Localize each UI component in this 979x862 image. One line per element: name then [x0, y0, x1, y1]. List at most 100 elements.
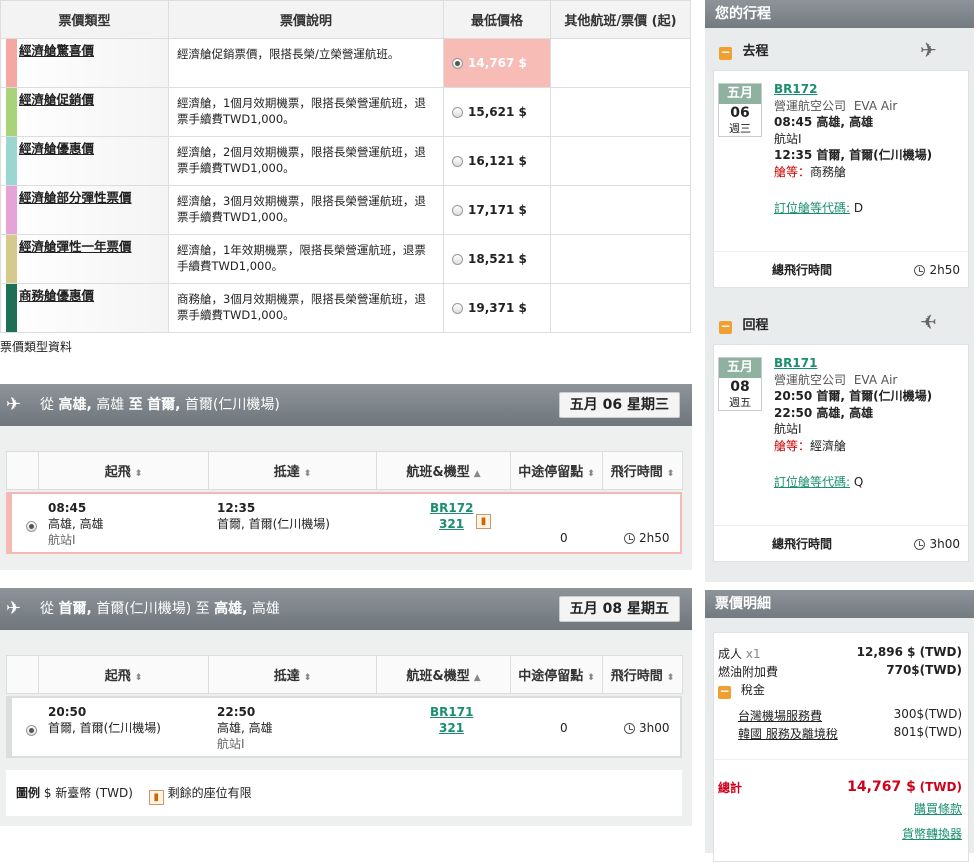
clock-icon — [624, 533, 635, 544]
clock-icon — [914, 265, 926, 276]
fare-price-cell[interactable]: 14,767 $ — [443, 38, 551, 88]
sort-arrival[interactable]: 抵達 ⬍ — [208, 451, 377, 490]
route-dest-airport: 首爾(仁川機場) — [184, 397, 280, 413]
outbound-date[interactable]: 五月 06 星期三 — [558, 392, 680, 418]
fare-price-cell[interactable]: 16,121 $ — [443, 136, 551, 186]
fare-name-link[interactable]: 經濟艙彈性一年票價 — [19, 239, 132, 254]
return-label: − 回程 — [719, 318, 769, 334]
tax-kr-link[interactable]: 韓國 服務及離境稅 — [738, 725, 838, 742]
currency-converter-link[interactable]: 貨幣轉換器 — [902, 825, 962, 842]
col-fare-type: 票價類型 — [0, 0, 169, 39]
flight-number-link[interactable]: BR172 — [774, 82, 817, 96]
collapse-icon[interactable]: − — [719, 320, 732, 334]
sort-flight[interactable]: 航班&機型 ▲ — [376, 655, 511, 694]
total-flight-time-label: 總飛行時間 — [772, 263, 833, 277]
total-flight-time-label: 總飛行時間 — [772, 537, 833, 551]
outbound-flight-radio[interactable] — [26, 521, 37, 532]
fare-radio[interactable] — [452, 156, 463, 167]
route-dest-airport: 高雄 — [251, 601, 280, 617]
fare-row[interactable]: 商務艙優惠價 商務艙，3個月效期機票，限搭長榮營運航班，退票手續費TWD1,000… — [0, 283, 691, 333]
limited-seats-icon: ▮ — [148, 790, 164, 805]
inbound-flight-radio[interactable] — [26, 725, 37, 736]
itinerary-arr: 12:35 首爾, 首爾(仁川機場) — [774, 148, 933, 162]
fare-price: 14,767 $ — [468, 56, 527, 70]
booking-class-link[interactable]: 訂位艙等代碼: — [774, 201, 850, 215]
inbound-header: ✈ 從 首爾, 首爾(仁川機場) 至 高雄, 高雄 五月 08 星期五 — [0, 588, 692, 630]
fare-price: 15,621 $ — [468, 105, 527, 119]
fare-radio[interactable] — [452, 254, 463, 265]
flight-number-link[interactable]: BR172 — [430, 500, 473, 516]
sort-duration[interactable]: 飛行時間 ⬍ — [602, 655, 683, 694]
fare-name-link[interactable]: 經濟艙驚喜價 — [19, 43, 94, 58]
fare-name-link[interactable]: 經濟艙部分彈性票價 — [19, 190, 132, 205]
fare-radio[interactable] — [452, 303, 463, 314]
inbound-flight-table-header: 起飛 ⬍ 抵達 ⬍ 航班&機型 ▲ 中途停留點 ⬍ 飛行時間 ⬍ — [6, 655, 683, 694]
sort-departure[interactable]: 起飛 ⬍ — [38, 655, 209, 694]
other-flights-cell — [550, 87, 691, 137]
price-detail-title: 票價明細 — [705, 590, 974, 618]
fare-row[interactable]: 經濟艙促銷價 經濟艙，1個月效期機票，限搭長榮營運航班，退票手續費TWD1,000… — [0, 87, 691, 137]
collapse-icon[interactable]: − — [719, 46, 732, 60]
fare-row[interactable]: 經濟艙彈性一年票價 經濟艙，1年效期機票，限搭長榮營運航班，退票手續費TWD1,0… — [0, 234, 691, 284]
fare-price-cell[interactable]: 15,621 $ — [443, 87, 551, 137]
legend-seats: 剩餘的座位有限 — [167, 786, 252, 800]
cabin-label: 艙等： — [774, 438, 811, 453]
fuel-price: 770$(TWD) — [886, 663, 962, 677]
clock-icon — [624, 723, 635, 734]
sort-arrival[interactable]: 抵達 ⬍ — [208, 655, 377, 694]
fare-price-cell[interactable]: 19,371 $ — [443, 283, 551, 333]
total-flight-time: 2h50 — [914, 252, 960, 289]
dep-time: 20:50 — [48, 705, 87, 719]
booking-class-link[interactable]: 訂位艙等代碼: — [774, 475, 850, 489]
fare-color-strip — [6, 235, 17, 283]
fare-radio[interactable] — [452, 58, 463, 69]
collapse-icon[interactable]: − — [718, 685, 731, 699]
flight-number-link[interactable]: BR171 — [430, 704, 473, 720]
tax-tw-airport-link[interactable]: 台灣機場服務費 — [738, 707, 822, 724]
other-flights-cell — [550, 283, 691, 333]
fare-price: 17,171 $ — [468, 203, 527, 217]
duration: 3h00 — [624, 720, 670, 736]
plane-depart-icon: ✈ — [6, 394, 22, 415]
tax-tw-airport-price: 300$(TWD) — [893, 707, 962, 721]
price-detail-panel: 票價明細 成人 x1 12,896 $ (TWD) 燃油附加費 770$(TWD… — [705, 590, 974, 862]
fare-row[interactable]: 經濟艙驚喜價 經濟艙促銷票價，限搭長榮/立榮營運航班。 14,767 $ — [0, 38, 691, 88]
fare-name-cell: 經濟艙驚喜價 — [0, 38, 169, 88]
fare-radio[interactable] — [452, 205, 463, 216]
sort-duration[interactable]: 飛行時間 ⬍ — [602, 451, 683, 490]
legend-title: 圖例 — [16, 786, 41, 800]
aircraft-link[interactable]: 321 — [439, 720, 464, 736]
fare-name-link[interactable]: 商務艙優惠價 — [19, 288, 94, 303]
limited-seats-icon: ▮ — [476, 514, 491, 529]
purchase-terms-link[interactable]: 購買條款 — [914, 800, 962, 817]
fare-row[interactable]: 經濟艙部分彈性票價 經濟艙，3個月效期機票，限搭長榮營運航班，退票手續費TWD1,… — [0, 185, 691, 235]
fare-name-link[interactable]: 經濟艙優惠價 — [19, 141, 94, 156]
inbound-date[interactable]: 五月 08 星期五 — [558, 596, 680, 622]
fare-radio[interactable] — [452, 107, 463, 118]
route-origin-airport: 高雄 — [96, 397, 125, 413]
fare-price-cell[interactable]: 17,171 $ — [443, 185, 551, 235]
arr-terminal: 航站I — [217, 737, 245, 751]
sort-stops[interactable]: 中途停留點 ⬍ — [510, 655, 603, 694]
fare-desc: 經濟艙，3個月效期機票，限搭長榮營運航班，退票手續費TWD1,000。 — [168, 185, 444, 235]
outbound-flight-row[interactable]: 08:45 高雄, 高雄 航站I 12:35 首爾, 首爾(仁川機場) BR17… — [6, 492, 682, 554]
fare-name-link[interactable]: 經濟艙促銷價 — [19, 92, 94, 107]
fare-row[interactable]: 經濟艙優惠價 經濟艙，2個月效期機票，限搭長榮營運航班，退票手續費TWD1,000… — [0, 136, 691, 186]
fare-price-cell[interactable]: 18,521 $ — [443, 234, 551, 284]
inbound-panel: 起飛 ⬍ 抵達 ⬍ 航班&機型 ▲ 中途停留點 ⬍ 飛行時間 ⬍ 20:50 首爾, 首爾… — [0, 630, 692, 826]
sort-flight[interactable]: 航班&機型 ▲ — [376, 451, 511, 490]
flight-number-link[interactable]: BR171 — [774, 356, 817, 370]
route-origin-city: 首爾, — [58, 601, 92, 617]
sort-departure[interactable]: 起飛 ⬍ — [38, 451, 209, 490]
inbound-flight-row[interactable]: 20:50 首爾, 首爾(仁川機場) 22:50 高雄, 高雄 航站I BR17… — [6, 696, 682, 758]
price-detail-card: 成人 x1 12,896 $ (TWD) 燃油附加費 770$(TWD) − 稅… — [713, 632, 969, 862]
fare-desc: 經濟艙促銷票價，限搭長榮/立榮營運航班。 — [168, 38, 444, 88]
return-itinerary-card: 五月 08 週五 BR171 營運航空公司 EVA Air 20:50 首爾, … — [713, 344, 969, 562]
sort-stops[interactable]: 中途停留點 ⬍ — [510, 451, 603, 490]
dep-time: 08:45 — [48, 501, 87, 515]
fare-type-info-link[interactable]: 票價類型資料 — [0, 338, 72, 355]
fare-type-table: 票價類型 票價說明 最低價格 其他航班/票價 (起) 經濟艙驚喜價 經濟艙促銷票價… — [0, 0, 691, 333]
route-origin-airport: 首爾(仁川機場) — [96, 601, 192, 617]
aircraft-link[interactable]: 321 — [439, 516, 464, 532]
route-to: 至 — [128, 397, 143, 413]
